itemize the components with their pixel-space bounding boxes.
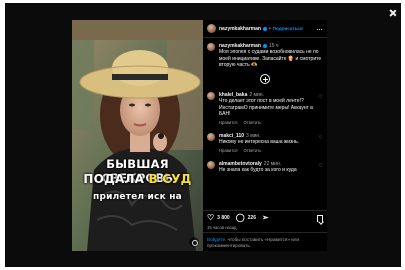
likes-count[interactable]: 3 800: [217, 215, 230, 221]
login-link[interactable]: Войдите,: [207, 237, 226, 242]
comment-text: Что делает этот пост в моей ленте!? Инст…: [219, 98, 313, 118]
comment-text: Моя эпопея с судами возобновилась не по …: [219, 49, 322, 68]
avatar[interactable]: [207, 160, 215, 169]
comment-item: khalel_baka 2 мин. Что делает этот пост в…: [207, 92, 323, 126]
heart-icon[interactable]: ♡: [207, 214, 214, 222]
post-video[interactable]: БЫВШАЯ СВЕКРОВЬ ПОДАЛА В СУД прилетел ис…: [72, 20, 203, 251]
avatar[interactable]: [207, 43, 215, 51]
heart-icon[interactable]: ♡: [319, 161, 323, 174]
comments-count[interactable]: 226: [248, 215, 256, 221]
avatar[interactable]: [207, 24, 216, 33]
comment-meta: Нравится Ответить: [219, 148, 299, 154]
video-caption-line-2: ПОДАЛА В СУД: [72, 172, 203, 186]
heart-icon[interactable]: ♡: [319, 92, 323, 126]
comment-meta: Нравится Ответить: [219, 120, 319, 126]
post-details-panel: nazymkakharman • Подписаться ... nazymka…: [203, 20, 327, 251]
comment-text: Не знала как будто за кого и куда: [219, 166, 297, 173]
verified-badge-icon: [262, 43, 267, 48]
share-icon[interactable]: ➢: [262, 214, 269, 222]
comments-list[interactable]: nazymkakharman 15 ч Моя эпопея с судами в…: [203, 39, 327, 209]
load-more-comments-icon[interactable]: [260, 74, 270, 85]
post-dialog: БЫВШАЯ СВЕКРОВЬ ПОДАЛА В СУД прилетел ис…: [72, 20, 327, 251]
audio-indicator-icon[interactable]: [189, 237, 199, 247]
close-icon[interactable]: [389, 9, 397, 17]
comment-item: makci_110 3 мин. Никому не интересна ваша…: [207, 132, 323, 155]
comment-time: 3 мин.: [246, 132, 261, 139]
post-time-ago: 15 часов назад: [207, 225, 237, 230]
verified-badge-icon: [262, 26, 267, 31]
comment-username[interactable]: nazymkakharman: [219, 43, 261, 49]
author-username[interactable]: nazymkakharman: [219, 26, 261, 32]
avatar[interactable]: [207, 92, 215, 101]
comment-text: Никому не интересна ваша жизнь.: [219, 138, 300, 145]
comment-like-button[interactable]: Нравится: [219, 148, 237, 153]
post-header: nazymkakharman • Подписаться ...: [203, 20, 327, 38]
login-prompt: Войдите, чтобы поставить «Нравится» или …: [203, 232, 327, 251]
post-caption: nazymkakharman 15 ч Моя эпопея с судами в…: [207, 43, 323, 68]
avatar[interactable]: [207, 132, 215, 141]
comment-like-button[interactable]: Нравится: [219, 120, 237, 125]
comment-username[interactable]: makci_110: [219, 133, 244, 139]
video-frame-illustration: [72, 20, 203, 251]
bookmark-icon[interactable]: [317, 214, 323, 222]
comment-time: 15 ч: [268, 43, 279, 49]
more-options-icon[interactable]: ...: [316, 26, 323, 32]
video-caption-line-3: прилетел иск на: [93, 192, 182, 202]
comment-username[interactable]: almambetovtoraly: [219, 161, 262, 167]
comment-reply-button[interactable]: Ответить: [243, 120, 261, 125]
comment-reply-button[interactable]: Ответить: [243, 148, 261, 153]
comment-icon[interactable]: ◯: [236, 214, 245, 222]
follow-button[interactable]: Подписаться: [273, 26, 303, 31]
heart-icon[interactable]: ♡: [319, 133, 323, 155]
post-actions: ♡ 3 800 ◯ 226 ➢ 15 часов назад: [203, 210, 327, 232]
video-caption-word: ПОДАЛА: [83, 172, 145, 186]
separator-dot: •: [268, 25, 271, 32]
comment-time: 22 мин.: [263, 160, 282, 167]
video-caption-highlight: В СУД: [148, 172, 192, 186]
comment-item: almambetovtoraly 22 мин. Не знала как буд…: [207, 160, 323, 174]
post-modal-overlay: БЫВШАЯ СВЕКРОВЬ ПОДАЛА В СУД прилетел ис…: [5, 3, 401, 267]
